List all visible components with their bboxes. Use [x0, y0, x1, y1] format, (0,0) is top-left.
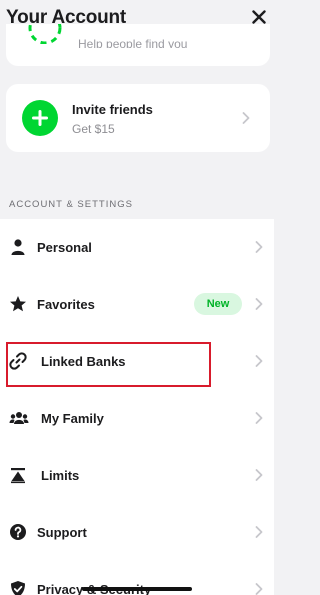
row-label: My Family [41, 411, 104, 426]
chevron-right-icon [242, 112, 250, 124]
link-icon [9, 352, 27, 370]
row-label: Support [37, 525, 87, 540]
home-indicator [82, 587, 192, 591]
find-people-card[interactable]: Help people find you [6, 24, 270, 66]
row-limits[interactable]: Limits [0, 447, 274, 504]
row-label: Limits [41, 468, 80, 483]
chevron-right-icon [255, 469, 263, 481]
person-icon [11, 239, 25, 255]
row-label: Linked Banks [41, 354, 126, 369]
row-label: Favorites [37, 297, 95, 312]
chevron-right-icon [255, 412, 263, 424]
people-icon [28, 24, 62, 44]
star-icon [10, 296, 26, 312]
row-personal[interactable]: Personal [0, 219, 274, 276]
invite-friends-card[interactable]: Invite friends Get $15 [6, 84, 270, 152]
new-badge: New [194, 293, 242, 315]
chevron-right-icon [255, 583, 263, 595]
chevron-right-icon [255, 241, 263, 253]
limits-icon [11, 468, 25, 484]
chevron-right-icon [255, 526, 263, 538]
row-support[interactable]: Support [0, 504, 274, 561]
plus-icon [22, 100, 58, 136]
close-icon [252, 10, 266, 24]
chevron-right-icon [255, 298, 263, 310]
settings-list: Personal Favorites New Linked Banks My F… [0, 219, 274, 595]
find-people-text: Help people find you [78, 38, 188, 48]
invite-title: Invite friends [72, 102, 153, 117]
family-icon [9, 412, 29, 424]
row-linked-banks[interactable]: Linked Banks [0, 333, 274, 390]
section-label: ACCOUNT & SETTINGS [9, 199, 133, 210]
row-my-family[interactable]: My Family [0, 390, 274, 447]
chevron-right-icon [255, 355, 263, 367]
row-label: Personal [37, 240, 92, 255]
shield-icon [11, 581, 25, 595]
support-icon [10, 524, 26, 540]
invite-subtitle: Get $15 [72, 122, 115, 136]
row-favorites[interactable]: Favorites New [0, 276, 274, 333]
